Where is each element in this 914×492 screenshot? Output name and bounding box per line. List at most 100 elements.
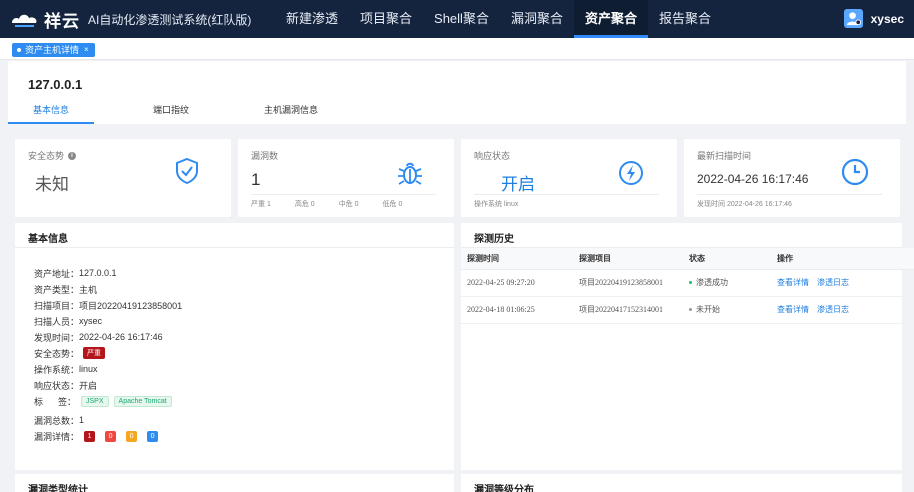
cloud-logo-icon — [12, 14, 37, 27]
asset-header: 127.0.0.1 基本信息 端口指纹 主机漏洞信息 — [8, 61, 906, 124]
info-key: 资产类型： — [34, 284, 80, 295]
low-count: 低危 0 — [382, 201, 403, 208]
view-details-link[interactable]: 查看详情 — [777, 278, 809, 287]
logo[interactable]: 祥云 AI自动化渗透测试系统(红队版) — [10, 7, 251, 32]
info-row-response: 响应状态： 开启 — [34, 377, 182, 393]
last-scan-label: 最新扫描时间 — [697, 151, 752, 161]
info-row-operator: 扫描人员： xysec — [34, 313, 182, 329]
nav-item-vulns[interactable]: 漏洞聚合 — [500, 0, 574, 38]
tab-basic-info[interactable]: 基本信息 — [8, 99, 94, 124]
col-project: 探测项目 — [573, 248, 683, 270]
view-details-link[interactable]: 查看详情 — [777, 305, 809, 314]
critical-count: 严重 1 — [251, 201, 271, 208]
pentest-log-link[interactable]: 渗透日志 — [817, 305, 849, 314]
vuln-count-label: 漏洞数 — [251, 151, 279, 161]
info-key: 扫描项目： — [34, 300, 80, 311]
security-label: 安全态势 — [28, 151, 65, 161]
info-key: 安全态势： — [34, 348, 80, 359]
info-value: 开启 — [79, 380, 98, 391]
low-badge: 0 — [147, 430, 159, 442]
info-value: 1 — [79, 415, 85, 425]
info-key: 资产地址： — [34, 268, 80, 279]
row-time: 2022-04-18 01:06:25 — [461, 296, 573, 324]
response-value: 开启 — [501, 175, 535, 194]
high-badge: 0 — [105, 430, 117, 442]
vuln-count-value: 1 — [251, 170, 261, 189]
tab-host-vulns[interactable]: 主机漏洞信息 — [248, 99, 334, 124]
card-label: 安全态势 i — [28, 149, 77, 162]
history-table: 探测时间 探测项目 状态 操作 2022-04-25 09:27:20 项目20… — [461, 248, 914, 324]
bug-icon — [398, 162, 422, 185]
nav-item-shells[interactable]: Shell聚合 — [423, 0, 500, 38]
row-project: 项目20220417152314001 — [573, 296, 683, 324]
pentest-log-link[interactable]: 渗透日志 — [817, 278, 849, 287]
last-scan-card: 最新扫描时间 2022-04-26 16:17:46 发现时间 2022-04-… — [684, 139, 900, 217]
info-row-details: 漏洞详情： 1 0 0 0 — [34, 428, 182, 444]
info-value: xysec — [79, 316, 103, 326]
username: xysec — [870, 11, 904, 26]
row-time: 2022-04-25 09:27:20 — [461, 269, 573, 297]
vuln-type-panel: 漏洞类型统计 — [15, 474, 454, 492]
panel-title: 漏洞等级分布 — [474, 485, 534, 492]
brand-name: 祥云 — [44, 12, 80, 31]
info-row-os: 操作系统： linux — [34, 361, 182, 377]
tab-port-fingerprint[interactable]: 端口指纹 — [128, 99, 214, 124]
page-tab-strip: 资产主机详情 × — [0, 38, 914, 60]
info-value: 127.0.0.1 — [79, 268, 117, 278]
info-row-project: 扫描项目： 项目20220419123858001 — [34, 297, 182, 313]
status-text: 渗透成功 — [696, 278, 728, 287]
active-dot-icon — [17, 48, 21, 52]
response-status-card: 响应状态 开启 操作系统 linux — [461, 139, 677, 217]
nav-item-assets[interactable]: 资产聚合 — [573, 0, 648, 38]
page-tab-label: 资产主机详情 — [25, 45, 80, 55]
info-row-type: 资产类型： 主机 — [34, 281, 182, 297]
card-divider — [474, 194, 659, 195]
vuln-level-panel: 漏洞等级分布 — [461, 474, 902, 492]
info-value: 2022-04-26 16:17:46 — [79, 332, 163, 342]
row-actions: 查看详情 渗透日志 — [771, 269, 914, 297]
main-nav: 新建渗透 项目聚合 Shell聚合 漏洞聚合 资产聚合 报告聚合 — [275, 0, 722, 38]
security-value: 未知 — [35, 175, 69, 194]
user-menu[interactable]: xysec — [843, 9, 904, 28]
page-title: 127.0.0.1 — [28, 77, 83, 92]
nav-item-projects[interactable]: 项目聚合 — [349, 0, 423, 38]
info-row-tags: 标 签： JSPX Apache Tomcat — [34, 393, 182, 409]
response-label: 响应状态 — [474, 151, 511, 161]
info-key: 响应状态： — [34, 380, 80, 391]
nav-item-new-pentest[interactable]: 新建渗透 — [275, 0, 349, 38]
page-tab-asset-detail[interactable]: 资产主机详情 × — [12, 43, 95, 57]
security-posture-card: 安全态势 i 未知 — [15, 139, 231, 217]
info-key: 操作系统： — [34, 364, 80, 375]
table-row: 2022-04-18 01:06:25 项目20220417152314001 … — [461, 296, 914, 324]
discovery-footer: 发现时间 2022-04-26 16:17:46 — [697, 199, 816, 209]
info-key: 漏洞总数： — [34, 415, 80, 426]
medium-count: 中危 0 — [338, 201, 359, 208]
shield-check-icon — [176, 157, 198, 185]
os-footer: 操作系统 linux — [474, 199, 542, 209]
last-scan-value: 2022-04-26 16:17:46 — [697, 172, 809, 186]
high-count: 高危 0 — [294, 201, 315, 208]
severity-badge: 严重 — [83, 347, 106, 359]
card-divider — [251, 194, 436, 195]
clock-icon — [841, 158, 869, 186]
info-value: 主机 — [79, 284, 98, 295]
user-avatar-icon — [843, 9, 863, 28]
status-dot-icon — [689, 308, 692, 312]
os-text: 操作系统 linux — [474, 201, 519, 208]
col-time: 探测时间 — [461, 248, 573, 270]
panel-title: 漏洞类型统计 — [28, 485, 88, 492]
status-dot-icon — [689, 281, 692, 285]
nav-item-reports[interactable]: 报告聚合 — [648, 0, 722, 38]
basic-info-panel: 基本信息 资产地址： 127.0.0.1 资产类型： 主机 扫描项目： 项目20… — [15, 223, 454, 470]
card-divider — [697, 194, 882, 195]
panel-title: 探测历史 — [474, 234, 514, 245]
vuln-count-card: 漏洞数 1 严重 1 高危 0 中危 0 低危 0 — [238, 139, 454, 217]
medium-badge: 0 — [126, 430, 138, 442]
discovery-text: 发现时间 2022-04-26 16:17:46 — [697, 201, 792, 208]
info-icon[interactable]: i — [68, 151, 77, 160]
info-key: 漏洞详情： — [34, 431, 80, 442]
info-value: 项目20220419123858001 — [79, 300, 183, 311]
table-row: 2022-04-25 09:27:20 项目20220419123858001 … — [461, 269, 914, 297]
info-row-discovered: 发现时间： 2022-04-26 16:17:46 — [34, 329, 182, 345]
close-icon[interactable]: × — [84, 43, 89, 57]
